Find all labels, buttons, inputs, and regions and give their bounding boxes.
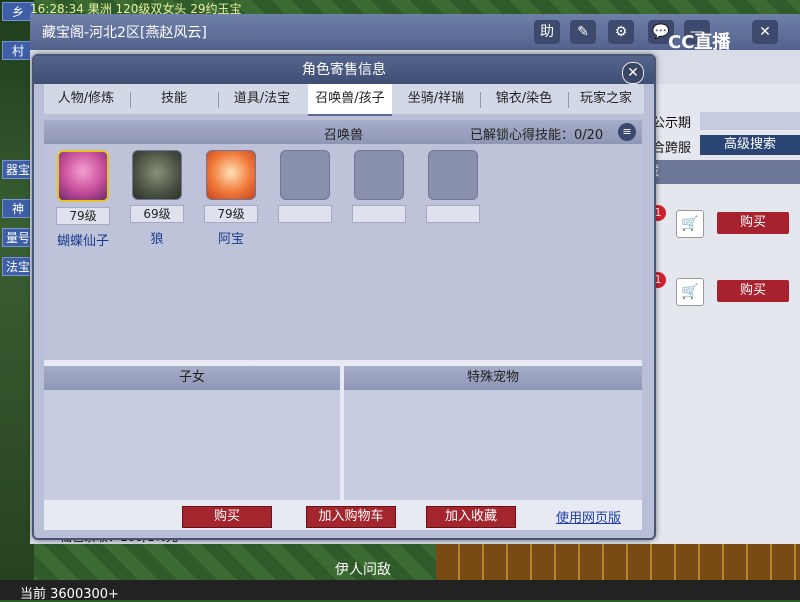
pet-name: 蝴蝶仙子 [56, 234, 109, 249]
game-bottom-text: 当前 3600300+ [20, 587, 119, 602]
pet-card[interactable]: 79级 蝴蝶仙子 [56, 150, 110, 249]
buy-button-2[interactable]: 购买 [717, 280, 789, 302]
dialog-buttons: 购买 加入购物车 加入收藏 使用网页版 [34, 500, 654, 530]
empty-level [352, 205, 406, 223]
list-icon[interactable]: ≡ [618, 123, 636, 141]
empty-pet-slot [278, 150, 332, 223]
consignment-dialog: 角色寄售信息 ✕ 人物/修炼 技能 道具/法宝 召唤兽/孩子 坐骑/祥瑞 锦衣/… [32, 54, 656, 540]
buy-button-1[interactable]: 购买 [717, 212, 789, 234]
window-close-icon[interactable]: ✕ [752, 20, 778, 44]
game-status-text: 伊人问敌 [335, 562, 391, 578]
cart-icon[interactable]: 🛒 [676, 278, 704, 306]
cart-icon[interactable]: 🛒 [676, 210, 704, 238]
empty-level [278, 205, 332, 223]
butterfly-fairy-icon[interactable] [57, 150, 109, 202]
tab-divider [480, 92, 481, 108]
special-pets-header: 特殊宠物 [344, 366, 642, 390]
edit-icon[interactable]: ✎ [570, 20, 596, 44]
empty-pet-slot [426, 150, 480, 223]
game-left-strip: 乡 村 器宝 神 量号 法宝 [0, 0, 34, 580]
empty-slot [354, 150, 404, 200]
dialog-tabs: 人物/修炼 技能 道具/法宝 召唤兽/孩子 坐骑/祥瑞 锦衣/染色 玩家之家 [44, 84, 644, 116]
tab-divider [218, 92, 219, 108]
public-period-label: 公示期 [652, 116, 692, 131]
empty-slot [428, 150, 478, 200]
close-icon[interactable]: ✕ [622, 62, 644, 84]
tab-divider [130, 92, 131, 108]
advanced-search-button[interactable]: 高级搜索 [700, 135, 800, 155]
tab-mounts[interactable]: 坐骑/祥瑞 [394, 84, 478, 114]
pets-area: 79级 蝴蝶仙子 69级 狼 79级 阿宝 [44, 144, 642, 360]
dialog-title: 角色寄售信息 [34, 56, 654, 84]
skill-unlock-count: 已解锁心得技能：0/20 [470, 128, 604, 143]
pet-level: 79级 [56, 207, 110, 225]
abao-icon[interactable] [206, 150, 256, 200]
tab-costumes[interactable]: 锦衣/染色 [482, 84, 566, 114]
wolf-icon[interactable] [132, 150, 182, 200]
tab-pets[interactable]: 召唤兽/孩子 [308, 84, 392, 116]
pet-card[interactable]: 79级 阿宝 [204, 150, 258, 247]
buy-button[interactable]: 购买 [182, 506, 272, 528]
tab-divider [568, 92, 569, 108]
game-top-text: 16:28:34 果洲 120级双女头 29约玉宝 [30, 2, 242, 14]
pet-card[interactable]: 69级 狼 [130, 150, 184, 247]
empty-level [426, 205, 480, 223]
favorite-button[interactable]: 加入收藏 [426, 506, 516, 528]
cross-server-label: 合跨服 [652, 141, 692, 156]
children-section: 子女 [44, 366, 340, 500]
tab-character[interactable]: 人物/修炼 [44, 84, 128, 114]
tab-skills[interactable]: 技能 [132, 84, 216, 114]
empty-pet-slot [352, 150, 406, 223]
game-bottom-bar [0, 580, 800, 600]
tab-items[interactable]: 道具/法宝 [220, 84, 304, 114]
help-button[interactable]: 助 [534, 20, 560, 44]
pet-level: 79级 [204, 205, 258, 223]
pet-name: 阿宝 [217, 232, 244, 247]
add-cart-button[interactable]: 加入购物车 [306, 506, 396, 528]
children-header: 子女 [44, 366, 340, 390]
pets-header: 召唤兽 已解锁心得技能：0/20 ≡ [44, 120, 642, 144]
empty-slot [280, 150, 330, 200]
pet-name: 狼 [150, 232, 164, 247]
web-version-link[interactable]: 使用网页版 [556, 507, 621, 526]
pet-level: 69级 [130, 205, 184, 223]
tab-home[interactable]: 玩家之家 [570, 84, 642, 114]
public-period-input[interactable] [700, 112, 800, 130]
pets-header-title: 召唤兽 [324, 128, 364, 143]
collection-bar: 藏 [640, 160, 800, 184]
cc-live-logo: CC直播 [668, 32, 731, 53]
pets-panel: 召唤兽 已解锁心得技能：0/20 ≡ 79级 蝴蝶仙子 69级 狼 79级 阿宝 [44, 120, 642, 530]
special-pets-section: 特殊宠物 [344, 366, 642, 500]
treasure-title: 藏宝阁-河北2区[燕赵风云] [42, 25, 207, 41]
settings-icon[interactable]: ⚙ [608, 20, 634, 44]
